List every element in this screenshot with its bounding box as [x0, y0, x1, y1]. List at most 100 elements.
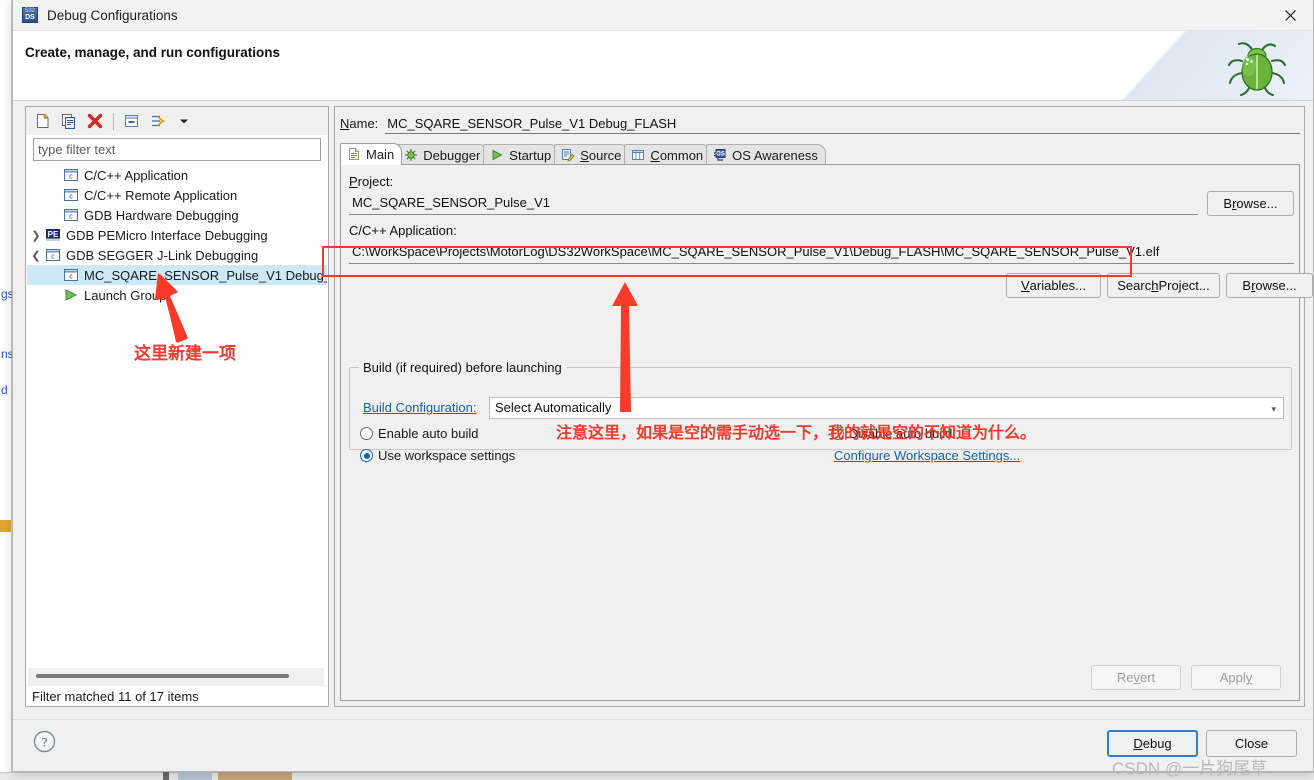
project-label: Project: — [349, 174, 394, 189]
help-icon[interactable]: ? — [33, 730, 56, 756]
filter-launch-configurations-icon[interactable] — [145, 109, 171, 133]
common-icon — [631, 148, 646, 163]
variables-button[interactable]: Variables... — [1006, 273, 1101, 298]
filter-input[interactable] — [33, 138, 321, 161]
tree-item-label: GDB PEMicro Interface Debugging — [66, 227, 268, 243]
svg-text:c: c — [69, 274, 73, 281]
debug-button[interactable]: Debug — [1107, 730, 1198, 757]
radio-use-workspace-settings[interactable]: Use workspace settings — [360, 448, 515, 463]
document-icon — [347, 147, 362, 162]
tree-item-label: C/C++ Remote Application — [84, 187, 238, 203]
project-input[interactable] — [349, 193, 1198, 215]
dialog-header: Create, manage, and run configurations — [13, 31, 1313, 101]
page-title: Create, manage, and run configurations — [25, 45, 281, 60]
tree-item-gdb-segger-jlink-debugging[interactable]: ❮ c GDB SEGGER J-Link Debugging — [27, 245, 327, 265]
tab-label: OS Awareness — [732, 147, 818, 163]
configurations-tree-pane: c C/C++ Application c C/C++ Remote Appli… — [25, 106, 329, 707]
filter-status-text: Filter matched 11 of 17 items — [26, 685, 328, 706]
build-configuration-combo[interactable]: Select Automatically ▾ — [489, 397, 1284, 419]
svg-text:PE: PE — [48, 230, 59, 239]
svg-text:c: c — [51, 254, 55, 261]
annotation-note-right: 注意这里，如果是空的需手动选一下，我的就是空的不知道为什么。 — [556, 425, 1037, 442]
name-label: Name: — [340, 116, 379, 131]
twisty-expanded-icon[interactable]: ❮ — [27, 249, 45, 262]
tab-label: Startup — [509, 147, 552, 163]
tree-item-c-cpp-remote-application[interactable]: c C/C++ Remote Application — [27, 185, 327, 205]
radio-indicator — [360, 449, 373, 462]
tree-item-mc-sqare-sensor-pulse-v1-debug-flash[interactable]: c MC_SQARE_SENSOR_Pulse_V1 Debug_F — [27, 265, 327, 285]
build-configuration-link[interactable]: Build Configuration: — [363, 400, 476, 415]
background-taskbar-item — [218, 772, 292, 780]
window-title: Debug Configurations — [47, 7, 178, 23]
svg-text:c: c — [69, 174, 73, 181]
build-configuration-value: Select Automatically — [495, 400, 612, 415]
duplicate-icon[interactable] — [56, 109, 82, 133]
tab-startup[interactable]: Startup — [483, 144, 560, 165]
application-label: C/C++ Application: — [349, 223, 457, 238]
name-row: Name: — [340, 116, 1300, 138]
tree-item-gdb-pemicro-interface-debugging[interactable]: ❯ PE GDB PEMicro Interface Debugging — [27, 225, 327, 245]
chevron-down-icon: ▾ — [1271, 404, 1276, 414]
tab-label: Debugger — [423, 147, 481, 163]
tab-label: Source — [580, 147, 622, 163]
tab-os-awareness[interactable]: OS OS Awareness — [706, 144, 826, 165]
background-taskbar-item — [163, 772, 169, 780]
revert-button[interactable]: Re v ert — [1091, 665, 1181, 690]
radio-label: Use workspace settings — [378, 448, 516, 463]
debugger-icon — [404, 148, 419, 163]
ds32-icon — [22, 7, 38, 23]
toolbar-separator — [113, 112, 114, 130]
c-app-icon: c — [63, 167, 79, 183]
watermark: CSDN @一片狗尾草 — [1112, 759, 1268, 778]
footer-separator — [13, 719, 1313, 720]
svg-text:c: c — [69, 214, 73, 221]
tab-source[interactable]: Source — [554, 144, 630, 165]
new-launch-configuration-icon[interactable] — [30, 109, 56, 133]
c-app-icon: c — [63, 187, 79, 203]
collapse-all-icon[interactable] — [119, 109, 145, 133]
scrollbar-thumb[interactable] — [36, 674, 289, 678]
application-path-input[interactable] — [349, 242, 1294, 264]
tree-item-label: GDB SEGGER J-Link Debugging — [66, 247, 259, 263]
tab-label: Main — [366, 147, 395, 162]
c-app-icon: c — [63, 267, 79, 283]
tree-toolbar — [26, 107, 328, 135]
tab-label: Common — [650, 147, 704, 163]
background-marker — [0, 520, 11, 532]
radio-enable-auto-build[interactable]: Enable auto build — [360, 426, 478, 441]
svg-text:?: ? — [42, 735, 48, 750]
green-bug-icon — [1225, 39, 1287, 100]
play-icon — [490, 148, 505, 163]
background-text-fragment: d — [1, 383, 8, 397]
tree-item-label: C/C++ Application — [84, 167, 189, 183]
tab-debugger[interactable]: Debugger — [397, 144, 489, 165]
close-dialog-button[interactable]: Close — [1206, 730, 1297, 757]
configuration-type-tree[interactable]: c C/C++ Application c C/C++ Remote Appli… — [27, 165, 327, 670]
pemicro-icon: PE — [45, 227, 61, 243]
close-icon[interactable] — [1267, 0, 1313, 31]
twisty-collapsed-icon[interactable]: ❯ — [27, 229, 45, 242]
configuration-name-input[interactable] — [385, 116, 1300, 134]
tab-common[interactable]: Common — [624, 144, 712, 165]
svg-text:OS: OS — [716, 151, 725, 157]
project-browse-button[interactable]: Br owse... — [1207, 191, 1294, 216]
tree-item-label: GDB Hardware Debugging — [84, 207, 239, 223]
radio-label: Enable auto build — [378, 426, 479, 441]
dialog-titlebar: Debug Configurations — [13, 0, 1313, 31]
close-glyph — [1284, 10, 1296, 21]
search-project-button[interactable]: Searc h Project... — [1107, 273, 1220, 298]
apply-button[interactable]: Appl y — [1191, 665, 1281, 690]
configuration-editor-pane: Name: Main — [334, 106, 1313, 707]
tree-item-launch-group[interactable]: Launch Group — [27, 285, 327, 305]
tree-item-gdb-hardware-debugging[interactable]: c GDB Hardware Debugging — [27, 205, 327, 225]
source-icon — [561, 148, 576, 163]
configure-workspace-settings-link[interactable]: Configure Workspace Settings... — [834, 448, 1020, 463]
tree-horizontal-scrollbar[interactable] — [28, 668, 324, 685]
tab-main[interactable]: Main — [340, 143, 403, 165]
delete-icon[interactable] — [82, 109, 108, 133]
application-browse-button[interactable]: Br owse... — [1226, 273, 1313, 298]
chevron-down-icon[interactable] — [171, 109, 197, 133]
annotation-note-left: 这里新建一项 — [134, 344, 236, 363]
c-app-icon: c — [45, 247, 61, 263]
tree-item-c-cpp-application[interactable]: c C/C++ Application — [27, 165, 327, 185]
